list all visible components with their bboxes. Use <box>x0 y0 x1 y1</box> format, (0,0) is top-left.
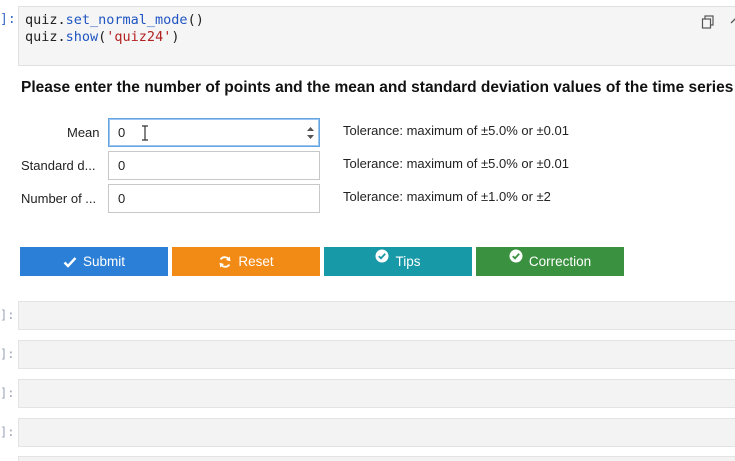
check-icon <box>63 256 77 268</box>
submit-button[interactable]: Submit <box>20 247 168 276</box>
mean-input[interactable] <box>108 118 320 147</box>
submit-label: Submit <box>82 254 126 269</box>
empty-code-cell[interactable] <box>18 456 735 461</box>
tolerance-number-of-points: Tolerance: maximum of ±1.0% or ±2 <box>343 189 551 204</box>
chevron-up-icon[interactable] <box>729 15 735 27</box>
empty-cell-prompt: ]: <box>0 386 15 400</box>
code-line-1: quiz.set_normal_mode() <box>25 12 204 28</box>
correction-button[interactable]: Correction <box>476 247 624 276</box>
check-circle-icon <box>375 249 389 262</box>
text-cursor-icon <box>142 125 148 141</box>
empty-code-cell[interactable] <box>18 301 735 330</box>
mean-field-wrap <box>108 118 320 147</box>
tips-label: Tips <box>395 254 421 269</box>
copy-icon[interactable] <box>701 15 715 29</box>
spinner-icon[interactable] <box>306 126 315 140</box>
check-circle-icon <box>509 249 523 262</box>
empty-code-cell[interactable] <box>18 379 735 408</box>
tips-button[interactable]: Tips <box>324 247 472 276</box>
empty-code-cell[interactable] <box>18 418 735 447</box>
number-of-points-input[interactable] <box>108 184 320 213</box>
tolerance-standard-deviation: Tolerance: maximum of ±5.0% or ±0.01 <box>343 156 569 171</box>
quiz-heading: Please enter the number of points and th… <box>21 79 734 96</box>
tolerance-mean: Tolerance: maximum of ±5.0% or ±0.01 <box>343 123 569 138</box>
empty-cell-prompt: ]: <box>0 308 15 322</box>
correction-label: Correction <box>528 254 592 269</box>
field-label-standard-deviation: Standard d... <box>21 158 96 173</box>
empty-cell-prompt: ]: <box>0 347 15 361</box>
reset-label: Reset <box>238 254 274 269</box>
reset-button[interactable]: Reset <box>172 247 320 276</box>
empty-cell-prompt: ]: <box>0 425 15 439</box>
code-cell[interactable]: quiz.set_normal_mode() quiz.show('quiz24… <box>18 6 735 66</box>
field-label-mean: Mean <box>67 125 100 140</box>
code-line-2: quiz.show('quiz24') <box>25 29 180 45</box>
field-label-number-of-points: Number of ... <box>21 191 97 206</box>
empty-code-cell[interactable] <box>18 340 735 369</box>
standard-deviation-input[interactable] <box>108 151 320 180</box>
code-cell-prompt: ]: <box>0 12 16 27</box>
refresh-icon <box>219 255 231 268</box>
